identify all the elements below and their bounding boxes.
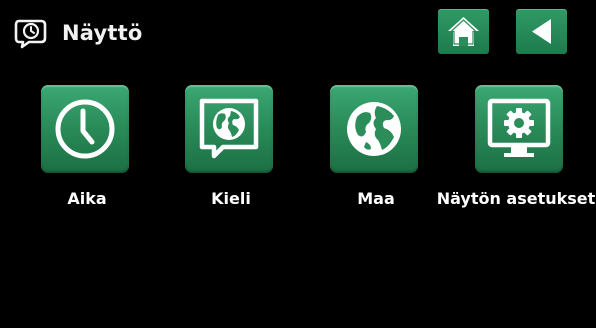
display-settings-screen: Näyttö Aika Kieli Maa Näytön asetukset xyxy=(0,0,596,328)
tile-aika[interactable]: Aika xyxy=(39,85,135,217)
tile-aika-box[interactable] xyxy=(41,85,129,173)
back-button[interactable] xyxy=(516,9,567,54)
tile-maa[interactable]: Maa xyxy=(328,85,424,217)
tile-nayton-asetukset[interactable]: Näytön asetukset xyxy=(437,85,595,217)
back-arrow-icon xyxy=(532,19,551,44)
tile-kieli[interactable]: Kieli xyxy=(183,85,279,217)
tile-nayton-asetukset-box[interactable] xyxy=(475,85,563,173)
globe-icon xyxy=(347,102,401,156)
page-title: Näyttö xyxy=(62,21,143,45)
tile-kieli-box[interactable] xyxy=(185,85,273,173)
home-icon xyxy=(448,17,479,46)
monitor-gear-icon xyxy=(487,98,551,157)
language-globe-bubble-icon xyxy=(199,98,259,159)
home-button[interactable] xyxy=(438,9,489,54)
display-chat-icon xyxy=(14,16,50,50)
tile-maa-box[interactable] xyxy=(330,85,418,173)
clock-icon xyxy=(55,99,115,159)
tile-nayton-asetukset-label: Näytön asetukset xyxy=(436,189,596,208)
